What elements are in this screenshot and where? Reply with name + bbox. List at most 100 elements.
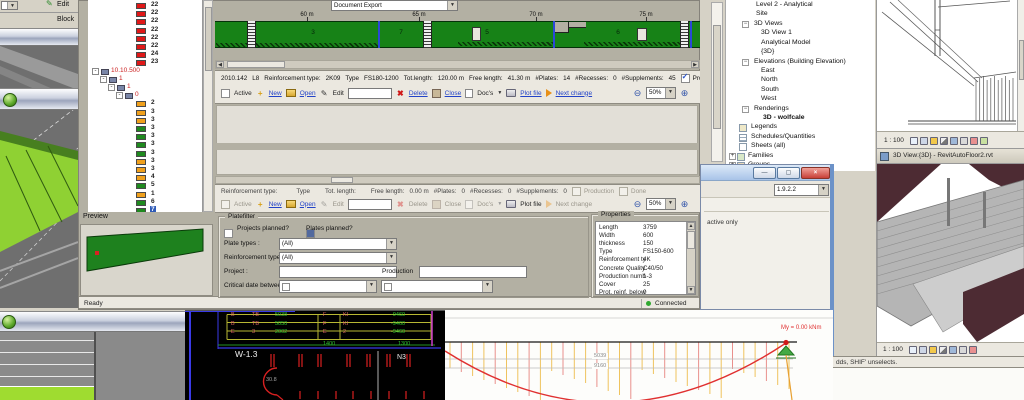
chevron-down-icon[interactable]: ▼: [665, 88, 675, 98]
chevron-down-icon[interactable]: ▼: [482, 281, 492, 292]
production-checkbox[interactable]: ✓: [681, 74, 690, 83]
scrollbar-thumb[interactable]: [713, 25, 721, 129]
chevron-down-icon[interactable]: ▼: [447, 1, 457, 10]
properties-list[interactable]: Length3759Width600thickness150TypeFS150-…: [595, 221, 696, 295]
open-button[interactable]: Open: [300, 201, 316, 208]
plate-types-combo[interactable]: (All)▼: [279, 238, 397, 250]
tool-window-titlebar[interactable]: — ▢ ×: [701, 165, 832, 181]
date-enable-checkbox[interactable]: [282, 283, 290, 291]
collapse-icon[interactable]: −: [742, 106, 749, 113]
collapse-icon[interactable]: -: [100, 76, 107, 83]
wireframe-view[interactable]: 1 : 100: [876, 0, 1024, 149]
expand-icon[interactable]: +: [729, 153, 736, 160]
collapse-icon[interactable]: -: [108, 84, 115, 91]
properties-scrollbar[interactable]: ▲ ▼: [686, 222, 695, 294]
detail-level-icon[interactable]: [909, 346, 917, 354]
docs-button[interactable]: Doc's: [477, 90, 493, 97]
shadows-icon[interactable]: [940, 137, 948, 145]
property-row[interactable]: Cover25: [596, 281, 686, 289]
visual-style-icon[interactable]: [920, 137, 928, 145]
scrollbar-thumb[interactable]: [1019, 40, 1024, 80]
sun-path-icon[interactable]: [929, 346, 937, 354]
property-row[interactable]: Concrete QualityC40/50: [596, 265, 686, 273]
zoom-in-icon[interactable]: ⊕: [680, 89, 689, 98]
scroll-up-icon[interactable]: ▲: [687, 222, 695, 230]
minimize-button[interactable]: —: [753, 167, 776, 179]
browser-scrollbar[interactable]: [711, 2, 723, 162]
left-app-combo[interactable]: ▼: [1, 1, 18, 10]
document-export-dropdown[interactable]: Document Export ▼: [331, 0, 458, 11]
scale-label[interactable]: 1 : 100: [884, 137, 904, 144]
new-button[interactable]: New: [269, 201, 282, 208]
crop-region-icon[interactable]: [959, 346, 967, 354]
scale-label[interactable]: 1 : 100: [883, 346, 903, 353]
property-row[interactable]: thickness150: [596, 240, 686, 248]
cad-canvas[interactable]: BTB5038FKI-9460BTB5050FKI-9460E32002E2-9…: [185, 310, 445, 400]
shadows-icon[interactable]: [939, 346, 947, 354]
browser-item[interactable]: −Elevations (Building Elevation): [726, 59, 875, 68]
edit-button[interactable]: Edit: [57, 1, 69, 8]
bars-scrollbar[interactable]: ◀ ▶: [215, 60, 700, 69]
version-combo[interactable]: 1.9.2.2▼: [774, 184, 829, 196]
next-change-button[interactable]: Next change: [556, 90, 593, 97]
maximize-button[interactable]: ▢: [777, 167, 800, 179]
search-input[interactable]: [348, 199, 392, 210]
chevron-down-icon[interactable]: ▼: [386, 239, 396, 249]
delete-button[interactable]: Delete: [409, 90, 428, 97]
browser-item[interactable]: South: [726, 87, 875, 96]
zoom-in-icon[interactable]: ⊕: [680, 200, 689, 209]
chevron-down-icon[interactable]: ▼: [366, 281, 376, 292]
scrollbar-thumb[interactable]: [687, 231, 695, 249]
plate-list-area[interactable]: [216, 105, 698, 175]
analysis-canvas[interactable]: 5039 9160 My = 0.00 kNm: [445, 310, 833, 400]
property-row[interactable]: TypeFS150-600: [596, 248, 686, 256]
tree-scrollbar[interactable]: [203, 0, 213, 212]
browser-item[interactable]: Site: [726, 11, 875, 20]
browser-item[interactable]: Analytical Model: [726, 40, 875, 49]
plot-file-button[interactable]: Plot file: [520, 90, 541, 97]
visual-style-icon[interactable]: [919, 346, 927, 354]
globe-icon[interactable]: [3, 93, 17, 107]
detail-level-icon[interactable]: [910, 137, 918, 145]
crop-view-icon[interactable]: [949, 346, 957, 354]
chevron-down-icon[interactable]: ▼: [7, 2, 17, 9]
collapse-icon[interactable]: −: [742, 21, 749, 28]
globe-icon[interactable]: [2, 315, 16, 329]
chevron-down-icon[interactable]: ▼: [497, 90, 502, 96]
collapse-icon[interactable]: −: [742, 59, 749, 66]
scroll-right-icon[interactable]: ▶: [691, 61, 699, 68]
browser-item[interactable]: North: [726, 77, 875, 86]
left-3d-viewport[interactable]: [0, 46, 78, 308]
browser-item[interactable]: Schedules/Quantities: [726, 134, 875, 143]
close-button[interactable]: Close: [445, 90, 462, 97]
property-row[interactable]: Prot. reinf. below0: [596, 289, 686, 295]
scroll-down-icon[interactable]: ▼: [687, 286, 695, 294]
plot-file-button[interactable]: Plot file: [520, 201, 541, 208]
scrollbar-thumb[interactable]: [205, 7, 212, 71]
chevron-down-icon[interactable]: ▼: [818, 185, 828, 195]
zoom-out-icon[interactable]: ⊖: [633, 200, 642, 209]
sun-path-icon[interactable]: [930, 137, 938, 145]
active-checkbox[interactable]: [221, 89, 230, 98]
chevron-down-icon[interactable]: ▼: [386, 253, 396, 263]
view3d-canvas[interactable]: [877, 164, 1024, 342]
list-scrollbar[interactable]: [215, 176, 700, 184]
browser-item[interactable]: 3D - wolfcale: [726, 115, 875, 124]
new-button[interactable]: New: [269, 90, 282, 97]
open-button[interactable]: Open: [300, 90, 316, 97]
view-scrollbar[interactable]: [1017, 0, 1024, 131]
browser-item[interactable]: −3D Views: [726, 21, 875, 30]
zoom-level-combo[interactable]: 50%▼: [646, 87, 676, 99]
browser-item[interactable]: East: [726, 68, 875, 77]
projects-planned-checkbox[interactable]: [224, 229, 233, 238]
property-row[interactable]: Width600: [596, 232, 686, 240]
scroll-left-icon[interactable]: ◀: [216, 61, 224, 68]
property-row[interactable]: Length3759: [596, 224, 686, 232]
render-icon[interactable]: [970, 137, 978, 145]
render-icon[interactable]: [969, 346, 977, 354]
collapse-icon[interactable]: -: [92, 68, 99, 75]
bottom-left-viewport[interactable]: [0, 332, 185, 400]
crop-region-icon[interactable]: [960, 137, 968, 145]
production-input[interactable]: [419, 266, 527, 278]
project-input[interactable]: [279, 266, 397, 278]
